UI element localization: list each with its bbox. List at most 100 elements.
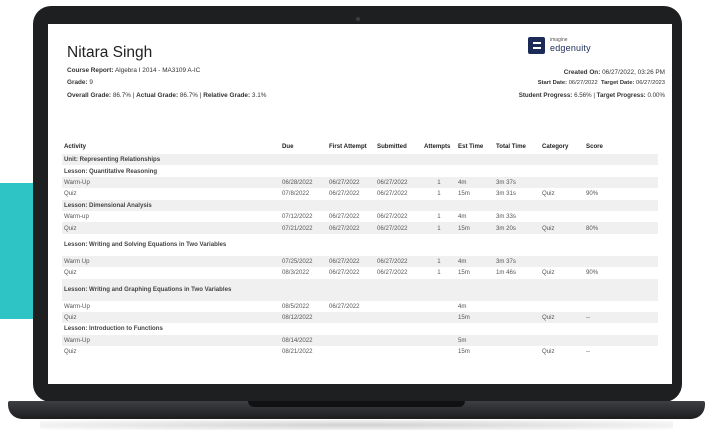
- target-progress-label: Target Progress:: [596, 92, 646, 99]
- student-progress-label: Student Progress:: [518, 92, 573, 99]
- cell-attempts: 1: [437, 190, 441, 198]
- cell-est: 4m: [456, 176, 494, 189]
- cell-est: 15m: [456, 222, 494, 234]
- table-row: Quiz 08/21/2022 15m Quiz --: [62, 346, 658, 357]
- actual-grade-value: 86.7%: [179, 92, 198, 99]
- cell-score: --: [584, 311, 658, 324]
- cell-activity: Warm-Up: [62, 176, 280, 189]
- empty-cell: [456, 199, 494, 211]
- table-header-row: Activity Due First Attempt Submitted Att…: [62, 139, 658, 154]
- empty-cell: [327, 278, 375, 301]
- cell-total: [494, 334, 540, 347]
- cell-due: 07/21/2022: [280, 222, 327, 234]
- cell-est: 4m: [456, 255, 494, 268]
- cell-est: 4m: [458, 302, 467, 310]
- start-date-value: 06/27/2022: [568, 80, 598, 86]
- laptop-hinge-notch: [248, 401, 465, 407]
- empty-cell: [280, 165, 327, 176]
- overall-grade-value: 86.7%: [112, 92, 131, 99]
- dates-line: Start Date: 06/27/2022 Target Date: 06/2…: [538, 80, 665, 86]
- col-score: Score: [586, 143, 603, 150]
- empty-cell: [540, 323, 584, 334]
- cell-submitted: 06/27/2022: [375, 255, 422, 268]
- cell-attempts: [422, 311, 456, 324]
- empty-cell: [540, 234, 584, 256]
- empty-cell: [494, 165, 540, 176]
- lesson-title: Lesson: Writing and Graphing Equations i…: [62, 278, 280, 301]
- course-report-value: Algebra I 2014 - MA3109 A-IC: [114, 67, 201, 74]
- report-header: Nitara Singh Course Report: Algebra I 20…: [48, 24, 672, 116]
- report-screen: Nitara Singh Course Report: Algebra I 20…: [48, 24, 672, 384]
- camera-icon: [356, 17, 360, 21]
- empty-cell: [584, 234, 658, 256]
- cell-score: 90%: [586, 269, 599, 277]
- cell-activity: Quiz: [62, 222, 280, 234]
- empty-cell: [280, 234, 327, 256]
- cell-attempts: 1: [422, 176, 456, 189]
- cell-est: 5m: [456, 334, 494, 347]
- cell-activity: Quiz: [62, 311, 280, 324]
- cell-activity: Quiz: [64, 190, 77, 198]
- cell-due: 08/12/2022: [280, 311, 327, 324]
- course-report-label: Course Report:: [67, 67, 114, 74]
- cell-attempts: 1: [437, 269, 441, 277]
- empty-cell: [540, 165, 584, 176]
- edgenuity-logo-icon: [528, 37, 545, 54]
- col-first-attempt: First Attempt: [329, 143, 367, 150]
- cell-first: 06/27/2022: [329, 269, 360, 277]
- empty-cell: [494, 199, 540, 211]
- cell-submitted: 06/27/2022: [375, 176, 422, 189]
- cell-est: 15m: [458, 190, 470, 198]
- cell-submitted: 06/27/2022: [377, 269, 408, 277]
- empty-cell: [327, 323, 375, 334]
- cell-est: 4m: [458, 213, 467, 221]
- cell-category: [540, 176, 584, 189]
- empty-cell: [375, 278, 422, 301]
- empty-cell: [584, 165, 658, 176]
- cell-attempts: 1: [422, 222, 456, 234]
- cell-due: 08/21/2022: [282, 348, 313, 356]
- created-on: Created On: 06/27/2022, 03:26 PM: [564, 69, 665, 76]
- empty-cell: [375, 199, 422, 211]
- cell-activity: Quiz: [64, 269, 77, 277]
- empty-cell: [494, 278, 540, 301]
- cell-due: 08/5/2022: [282, 302, 310, 310]
- cell-score: [584, 176, 658, 189]
- cell-score: [584, 211, 658, 222]
- empty-cell: [540, 199, 584, 211]
- cell-due: 07/25/2022: [280, 255, 327, 268]
- grade-value: 9: [89, 79, 93, 86]
- actual-grade-label: Actual Grade:: [136, 92, 179, 99]
- empty-cell: [422, 234, 456, 256]
- empty-cell: [375, 234, 422, 256]
- laptop-shadow: [40, 420, 673, 430]
- relative-grade-value: 3.1%: [251, 92, 267, 99]
- empty-cell: [456, 154, 494, 166]
- created-label: Created On:: [563, 69, 601, 76]
- grades-summary: Overall Grade: 86.7% | Actual Grade: 86.…: [67, 92, 267, 99]
- cell-activity: Warm-up: [64, 213, 89, 221]
- cell-total: 3m 31s: [496, 190, 516, 198]
- col-due: Due: [282, 143, 294, 150]
- lesson-row: Lesson: Dimensional Analysis: [62, 199, 658, 211]
- empty-cell: [280, 278, 327, 301]
- col-total-time: Total Time: [496, 143, 526, 150]
- empty-cell: [280, 154, 327, 166]
- student-name: Nitara Singh: [67, 44, 153, 61]
- cell-category: [540, 301, 584, 312]
- cell-score: [584, 301, 658, 312]
- cell-first: 06/27/2022: [327, 255, 375, 268]
- lesson-row: Lesson: Quantitative Reasoning: [62, 165, 658, 176]
- cell-submitted: [375, 301, 422, 312]
- progress-line: Student Progress: 6.56% | Target Progres…: [518, 92, 665, 99]
- empty-cell: [375, 165, 422, 176]
- empty-cell: [456, 278, 494, 301]
- logo-big-text: edgenuity: [550, 43, 591, 53]
- empty-cell: [456, 234, 494, 256]
- course-report-line: Course Report: Algebra I 2014 - MA3109 A…: [67, 67, 200, 74]
- created-value: 06/27/2022, 03:26 PM: [602, 69, 665, 76]
- empty-cell: [540, 154, 584, 166]
- cell-first: 06/27/2022: [327, 176, 375, 189]
- cell-first: 06/27/2022: [329, 302, 360, 310]
- cell-submitted: [375, 334, 422, 347]
